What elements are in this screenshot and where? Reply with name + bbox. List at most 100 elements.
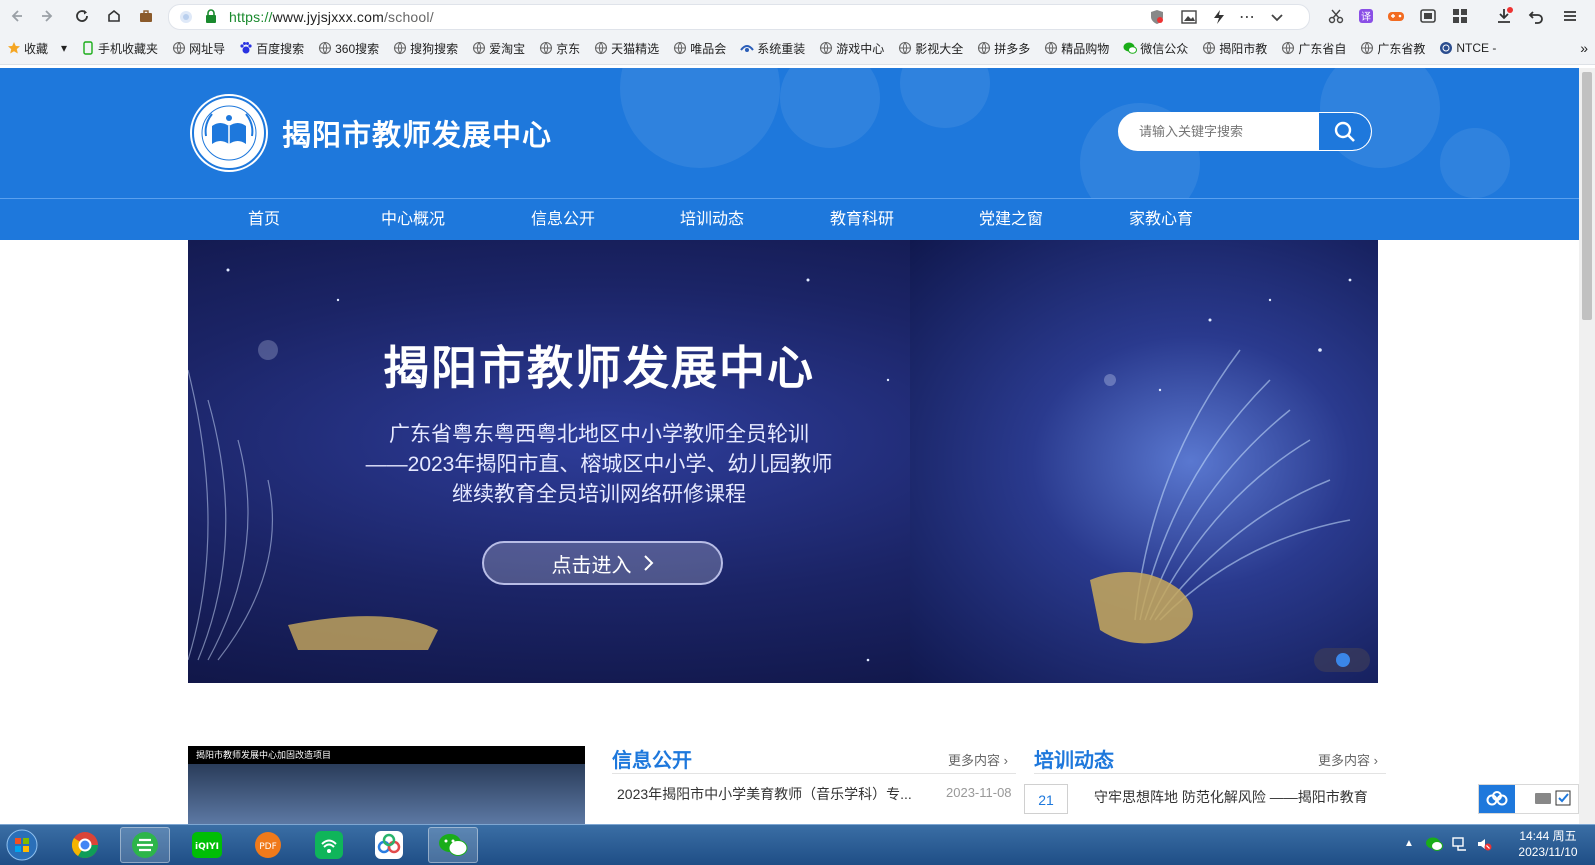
site-logo[interactable] xyxy=(190,94,268,172)
bookmarks-dropdown-icon[interactable]: ▾ xyxy=(61,41,67,55)
bookmark-item[interactable]: 京东 xyxy=(532,40,587,57)
browser-360-icon[interactable] xyxy=(120,827,170,863)
lightning-icon[interactable] xyxy=(1211,9,1227,25)
translate-icon[interactable]: 译 xyxy=(1356,6,1376,26)
network-icon[interactable] xyxy=(1452,836,1468,852)
url-text[interactable]: https://www.jyjsjxxx.com/school/ xyxy=(229,9,434,25)
iqiyi-icon[interactable]: iQIYI xyxy=(182,827,232,863)
divider xyxy=(1034,773,1386,774)
bookmark-label: 广东省自 xyxy=(1298,41,1347,56)
news-image[interactable]: 揭阳市教师发展中心加固改造项目 xyxy=(188,746,585,824)
chevron-down-icon[interactable] xyxy=(1269,9,1285,25)
reload-icon[interactable] xyxy=(72,6,92,26)
banner-line-3: 继续教育全员培训网络研修课程 xyxy=(452,483,746,506)
bookmark-item[interactable]: NTCE - xyxy=(1432,41,1503,55)
nav-party[interactable]: 党建之窗 xyxy=(951,199,1071,240)
start-button[interactable] xyxy=(0,827,44,863)
bookmark-label: 唯品会 xyxy=(690,41,727,56)
carousel-dot-active[interactable] xyxy=(1336,653,1350,667)
search-input[interactable] xyxy=(1119,113,1339,150)
search-icon xyxy=(1333,120,1357,144)
bookmark-item[interactable]: 影视大全 xyxy=(891,40,970,57)
info-section-title[interactable]: 信息公开 xyxy=(612,744,692,773)
scissors-icon[interactable] xyxy=(1326,6,1346,26)
nav-family-education[interactable]: 家教心育 xyxy=(1101,199,1221,240)
bookmark-item[interactable]: 游戏中心 xyxy=(812,40,891,57)
bookmark-item[interactable]: 搜狗搜索 xyxy=(386,40,465,57)
info-more-link[interactable]: 更多内容 › xyxy=(948,750,1008,769)
bookmark-item[interactable]: 广东省教 xyxy=(1353,40,1432,57)
bookmark-label: 揭阳市教 xyxy=(1219,41,1268,56)
address-bar[interactable]: https://www.jyjsjxxx.com/school/ ⋯ xyxy=(168,4,1310,30)
tray-expand-icon[interactable]: ▲ xyxy=(1404,838,1414,849)
training-section-title[interactable]: 培训动态 xyxy=(1034,744,1114,773)
chevron-right-icon xyxy=(642,554,654,572)
pdf-icon[interactable]: PDF xyxy=(243,827,293,863)
bookmark-item[interactable]: 收藏 ▾ xyxy=(0,40,74,57)
search-button[interactable] xyxy=(1319,113,1371,150)
site-info-icon[interactable] xyxy=(179,10,193,24)
shield-icon[interactable] xyxy=(1149,9,1165,25)
image-icon[interactable] xyxy=(1181,9,1197,25)
back-icon[interactable] xyxy=(6,6,26,26)
more-icon[interactable]: ⋯ xyxy=(1239,7,1255,27)
search-box xyxy=(1118,112,1372,151)
bookmark-item[interactable]: 爱淘宝 xyxy=(465,40,532,57)
baidu-netdisk-icon[interactable] xyxy=(1479,785,1515,813)
bookmark-item[interactable]: 网址导 xyxy=(165,40,232,57)
wifi-app-icon[interactable] xyxy=(304,827,354,863)
nav-info-public[interactable]: 信息公开 xyxy=(503,199,623,240)
floating-toolbar[interactable] xyxy=(1478,784,1579,814)
bookmark-label: 精品购物 xyxy=(1061,41,1110,56)
url-host: www.jyjsjxxx.com xyxy=(272,9,384,25)
windows-taskbar: iQIYI PDF ▲ 14:44 周五 2023/11/10 xyxy=(0,824,1595,865)
bookmark-item[interactable]: 天猫精选 xyxy=(587,40,666,57)
bookmark-item[interactable]: 系统重装 xyxy=(733,40,812,57)
volume-muted-icon[interactable] xyxy=(1476,836,1492,852)
tray-wechat-icon[interactable] xyxy=(1425,836,1443,852)
bookmark-item[interactable]: 拼多多 xyxy=(970,40,1037,57)
page-scrollbar[interactable] xyxy=(1579,68,1595,824)
system-clock[interactable]: 14:44 周五 2023/11/10 xyxy=(1508,828,1588,860)
bookmark-item[interactable]: 唯品会 xyxy=(666,40,733,57)
checkbox-icon[interactable] xyxy=(1555,790,1571,806)
bookmark-item[interactable]: 精品购物 xyxy=(1037,40,1116,57)
info-news-item[interactable]: 2023年揭阳市中小学美育教师（音乐学科）专... xyxy=(617,784,912,804)
bookmark-item[interactable]: 手机收藏夹 xyxy=(74,40,165,57)
bookmark-item[interactable]: 微信公众 xyxy=(1116,40,1195,57)
svg-text:译: 译 xyxy=(1361,11,1371,23)
bookmark-label: 手机收藏夹 xyxy=(98,41,159,56)
training-more-label: 更多内容 xyxy=(1318,753,1371,768)
scrollbar-thumb[interactable] xyxy=(1582,72,1592,320)
wechat-icon[interactable] xyxy=(428,827,478,863)
enter-button[interactable]: 点击进入 xyxy=(482,541,723,585)
undo-icon[interactable] xyxy=(1526,6,1546,26)
chrome-icon[interactable] xyxy=(60,827,110,863)
menu-icon[interactable] xyxy=(1560,6,1580,26)
briefcase-icon[interactable] xyxy=(136,6,156,26)
training-more-link[interactable]: 更多内容 › xyxy=(1318,750,1378,769)
banner-title: 揭阳市教师发展中心 xyxy=(383,342,815,394)
bookmarks-overflow-button[interactable]: » xyxy=(1573,40,1595,56)
game-icon[interactable] xyxy=(1386,6,1406,26)
banner-line-2: ——2023年揭阳市直、榕城区中小学、幼儿园教师 xyxy=(365,453,833,476)
carousel-indicator[interactable] xyxy=(1314,648,1370,672)
download-icon[interactable] xyxy=(1494,6,1514,26)
bookmark-item[interactable]: 百度搜索 xyxy=(232,40,311,57)
nav-overview[interactable]: 中心概况 xyxy=(353,199,473,240)
forward-icon[interactable] xyxy=(38,6,58,26)
keyboard-icon[interactable] xyxy=(1535,791,1551,805)
baidu-netdisk-taskbar-icon[interactable] xyxy=(364,827,414,863)
training-news-item[interactable]: 守牢思想阵地 防范化解风险 ——揭阳市教育 xyxy=(1094,787,1368,807)
nav-home[interactable]: 首页 xyxy=(204,199,324,240)
divider xyxy=(612,773,1016,774)
nav-training[interactable]: 培训动态 xyxy=(652,199,772,240)
home-icon[interactable] xyxy=(104,6,124,26)
bookmark-item[interactable]: 360搜索 xyxy=(311,40,386,57)
bookmark-item[interactable]: 广东省自 xyxy=(1274,40,1353,57)
apps-grid-icon[interactable] xyxy=(1450,6,1470,26)
bookmark-item[interactable]: 揭阳市教 xyxy=(1195,40,1274,57)
nav-research[interactable]: 教育科研 xyxy=(802,199,922,240)
hero-banner[interactable]: 揭阳市教师发展中心 广东省粤东粤西粤北地区中小学教师全员轮训 ——2023年揭阳… xyxy=(188,240,1378,683)
extension-icon[interactable] xyxy=(1418,6,1438,26)
